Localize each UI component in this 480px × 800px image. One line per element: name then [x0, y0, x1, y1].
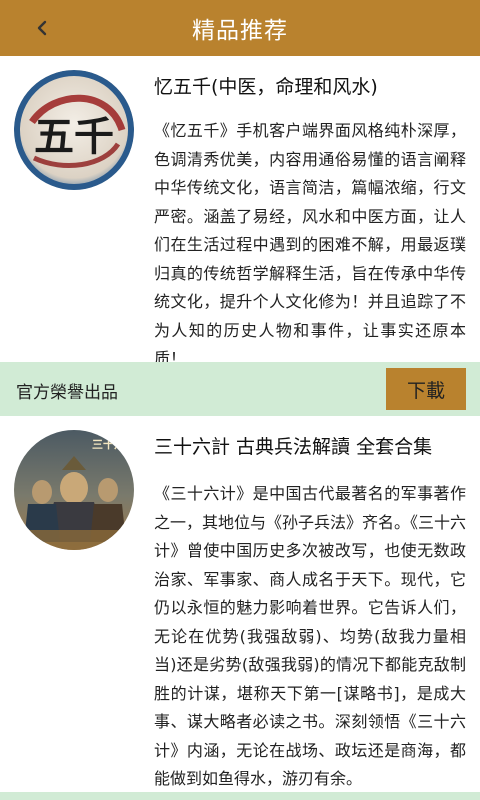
- publisher-bar: 官方榮譽出品 下載: [0, 362, 480, 416]
- app-name: 忆五千(中医，命理和风水): [154, 76, 378, 98]
- app-description: 《忆五千》手机客户端界面风格纯朴深厚，色调清秀优美，内容用通俗易懂的语言阐释中华…: [154, 121, 466, 368]
- svg-text:五千: 五千: [34, 113, 114, 160]
- wuqian-logo-icon: 五千: [14, 70, 134, 190]
- page-title: 精品推荐: [192, 18, 288, 44]
- app-icon: 三十六计: [14, 430, 134, 550]
- back-button[interactable]: [26, 14, 58, 42]
- app-icon: 五千: [14, 70, 134, 190]
- app-card[interactable]: 五千 忆五千(中医，命理和风水) 《忆五千》手机客户端界面风格纯朴深厚，色调清秀…: [0, 56, 480, 368]
- arrow-left-icon: [37, 20, 47, 36]
- sanshiliuji-logo-icon: 三十六计: [14, 430, 134, 550]
- top-bar: 精品推荐: [0, 0, 480, 56]
- app-name: 三十六計 古典兵法解讀 全套合集: [154, 436, 433, 458]
- app-description: 《三十六计》是中国古代最著名的军事著作之一，其地位与《孙子兵法》齐名。《三十六计…: [154, 484, 467, 788]
- download-button[interactable]: 下載: [386, 368, 466, 410]
- svg-text:三十六计: 三十六计: [92, 437, 134, 451]
- app-card[interactable]: 三十六计 三十六計 古典兵法解讀 全套合集 《三十六计》是中国古代最著名的军事著…: [0, 416, 480, 792]
- publisher-label: 官方榮譽出品: [16, 383, 118, 403]
